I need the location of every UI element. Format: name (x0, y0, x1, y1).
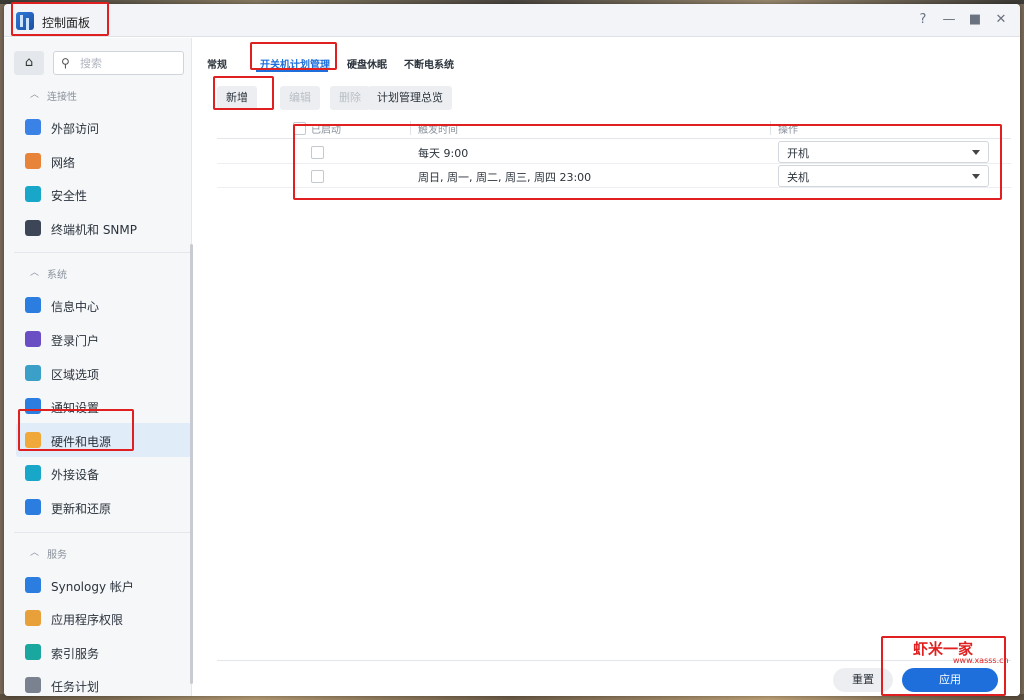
sidebar-divider (14, 531, 192, 533)
sidebar-item-label: 网络 (51, 155, 76, 170)
sidebar: ⌂ ⚲ ︿ 连接性外部访问网络安全性终端机和 SNMP ︿ 系统信息中心登录门户区域选… (4, 38, 193, 696)
search-box[interactable]: ⚲ (53, 51, 184, 75)
update-restore-icon (25, 499, 41, 515)
info-icon (25, 297, 41, 314)
network-house-icon (25, 152, 41, 169)
calendar-icon (25, 677, 41, 694)
maximize-icon[interactable]: ■ (966, 10, 984, 30)
sidebar-item-label: 应用程序权限 (51, 613, 124, 628)
annotation-box-title (11, 2, 109, 36)
chevron-up-icon: ︿ (30, 547, 40, 558)
sidebar-section-title: 系统 (47, 270, 67, 282)
sidebar-item[interactable]: 应用程序权限 (16, 601, 192, 635)
tab-general[interactable]: 常规 (207, 56, 227, 71)
sidebar-item-label: 区域选项 (51, 367, 100, 382)
annotation-box-hardware (18, 409, 134, 451)
annotation-box-apply (881, 636, 1006, 696)
sidebar-nav: ︿ 连接性 外部访问 网络 安全性 终端机和 SNMP ︿ 系统 信息中心 登录门户 区域选项 通知设… (4, 82, 192, 696)
globe-link-icon (25, 119, 41, 135)
sidebar-section-header[interactable]: ︿ 服务 (4, 542, 192, 564)
help-icon[interactable]: ? (914, 10, 932, 30)
sidebar-item[interactable]: Synology 帐户 (16, 568, 192, 602)
minimize-icon[interactable]: — (940, 10, 958, 30)
sidebar-section-title: 连接性 (47, 92, 77, 103)
sidebar-item[interactable]: 安全性 (16, 177, 192, 211)
sidebar-section-header[interactable]: ︿ 连接性 (4, 84, 192, 106)
search-icon: ⚲ (61, 56, 70, 70)
terminal-icon (25, 219, 41, 236)
sidebar-item[interactable]: 索引服务 (16, 635, 192, 669)
region-map-icon (25, 364, 41, 381)
chevron-up-icon: ︿ (30, 90, 40, 100)
tab-ups[interactable]: 不断电系统 (404, 56, 454, 71)
shield-check-icon (25, 186, 41, 203)
account-icon (25, 576, 41, 593)
sidebar-section-title: 服务 (47, 549, 67, 561)
annotation-box-tab (250, 42, 337, 70)
sidebar-item[interactable]: 区域选项 (16, 356, 192, 390)
sidebar-item-label: 信息中心 (51, 300, 100, 315)
sidebar-item-label: 更新和还原 (51, 502, 112, 516)
sidebar-item-label: 终端机和 SNMP (51, 222, 137, 237)
sidebar-item-label: 任务计划 (51, 680, 100, 695)
sidebar-item[interactable]: 终端机和 SNMP (16, 211, 192, 245)
chevron-up-icon: ︿ (30, 268, 40, 279)
window-controls: ? — ■ ✕ (914, 10, 1010, 30)
login-portal-icon (25, 331, 41, 347)
home-icon[interactable]: ⌂ (14, 51, 44, 75)
tab-hdd-hibernation[interactable]: 硬盘休眠 (347, 56, 387, 71)
search-input[interactable] (80, 55, 178, 71)
sidebar-item[interactable]: 登录门户 (16, 322, 192, 356)
sidebar-item[interactable]: 外接设备 (16, 456, 192, 490)
sidebar-divider (14, 252, 192, 254)
index-search-icon (25, 643, 41, 660)
annotation-box-rows (293, 124, 1002, 200)
delete-button[interactable]: 删除 (330, 86, 370, 110)
sidebar-item-label: 外接设备 (51, 468, 100, 483)
close-icon[interactable]: ✕ (992, 10, 1010, 30)
active-tab-indicator (256, 70, 328, 72)
sidebar-item-label: 登录门户 (51, 334, 100, 348)
sidebar-item[interactable]: 外部访问 (16, 110, 192, 144)
control-panel-window: 控制面板 ? — ■ ✕ ⌂ ⚲ ︿ 连接性外部访问网络安全性终端机和 SNMP ︿… (4, 4, 1020, 696)
edit-button[interactable]: 编辑 (280, 86, 320, 110)
sidebar-section-header[interactable]: ︿ 系统 (4, 262, 192, 284)
sidebar-item[interactable]: 更新和还原 (16, 490, 192, 524)
sidebar-item-label: 外部访问 (51, 122, 100, 136)
annotation-box-add (213, 76, 274, 110)
external-device-icon (25, 465, 41, 482)
schedule-overview-button[interactable]: 计划管理总览 (368, 86, 452, 110)
sidebar-item-label: 安全性 (51, 189, 88, 204)
sidebar-item-label: 索引服务 (51, 646, 100, 661)
sidebar-item[interactable]: 信息中心 (16, 288, 192, 322)
sidebar-item[interactable]: 任务计划 (16, 668, 192, 696)
title-bar[interactable]: 控制面板 ? — ■ ✕ (4, 4, 1020, 37)
sidebar-item[interactable]: 网络 (16, 144, 192, 178)
lock-icon (25, 610, 41, 627)
sidebar-item-label: Synology 帐户 (51, 579, 134, 594)
